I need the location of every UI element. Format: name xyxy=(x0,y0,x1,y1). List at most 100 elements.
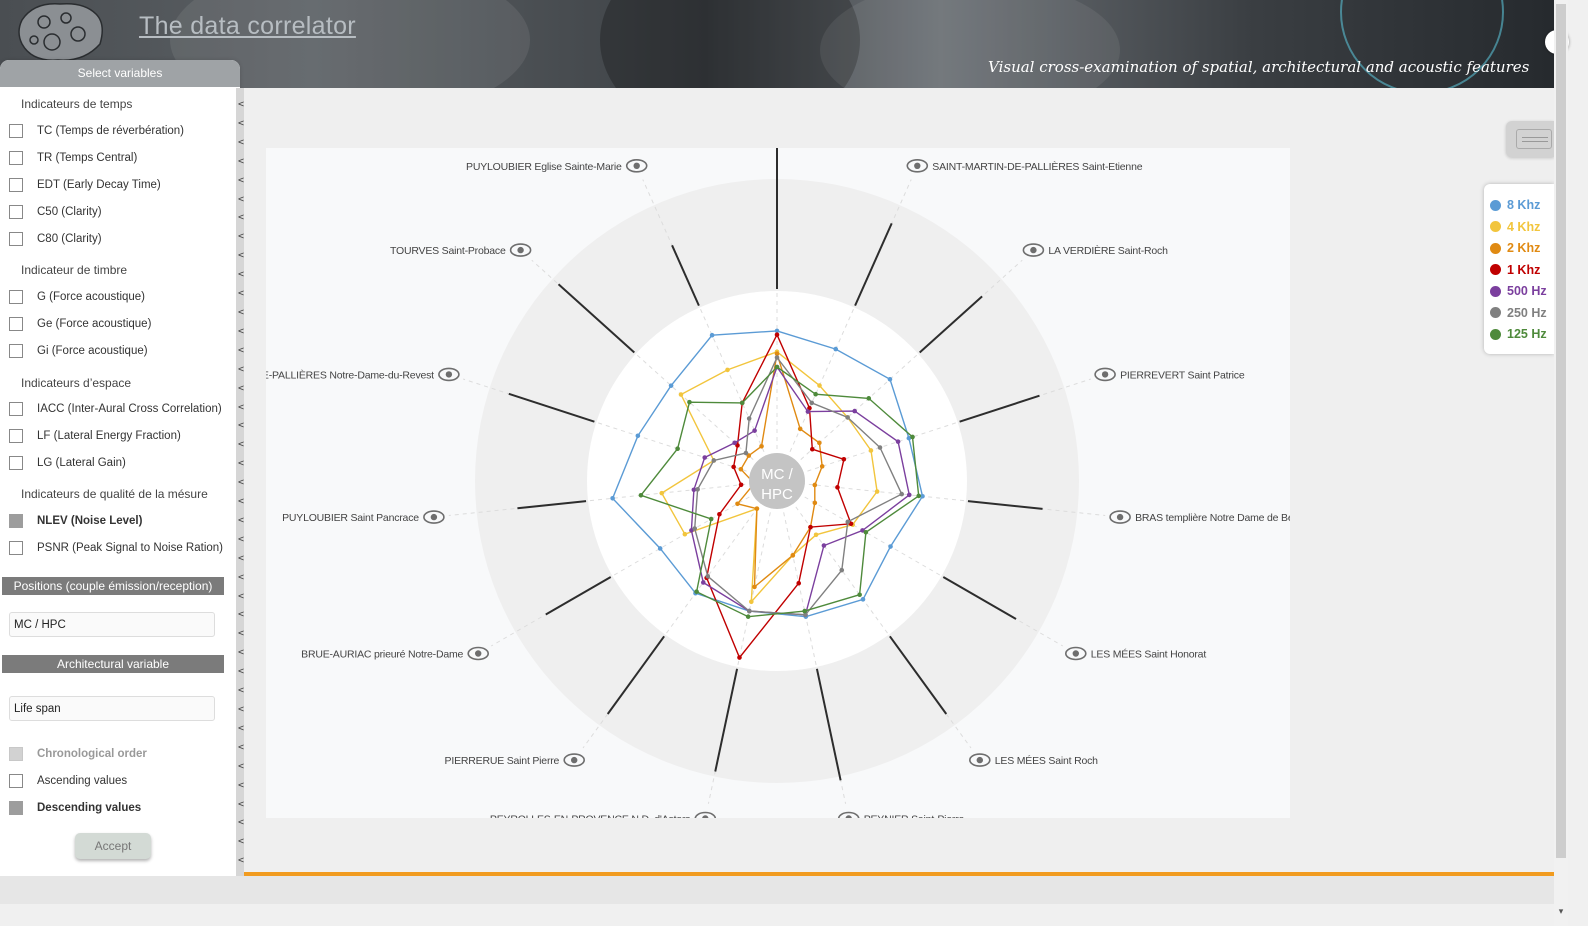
series-point xyxy=(852,408,857,414)
checkbox[interactable] xyxy=(9,205,23,219)
category-label: PIERRERUE Saint Pierre xyxy=(445,755,560,767)
checkbox-checked[interactable] xyxy=(9,514,23,528)
legend-item[interactable]: 4 Khz xyxy=(1490,218,1540,236)
category-label: LES MÉES Saint Honorat xyxy=(1091,648,1207,661)
legend-item[interactable]: 125 Hz xyxy=(1490,325,1547,343)
legend-item[interactable]: 8 Khz xyxy=(1490,196,1540,214)
option-ge[interactable]: Ge (Force acoustique) xyxy=(9,315,151,333)
option-tc[interactable]: TC (Temps de réverbération) xyxy=(9,122,184,140)
checkbox[interactable] xyxy=(9,232,23,246)
eye-icon[interactable] xyxy=(1094,367,1116,382)
eye-icon[interactable] xyxy=(1022,243,1045,257)
category-label: TOURVES Saint-Probace xyxy=(390,245,506,257)
series-point xyxy=(821,543,827,548)
series-point xyxy=(678,392,684,397)
series-point xyxy=(845,415,850,420)
eye-icon[interactable] xyxy=(423,510,445,524)
series-point xyxy=(857,592,862,598)
eye-icon[interactable] xyxy=(1064,646,1087,661)
series-point xyxy=(610,495,615,501)
checkbox[interactable] xyxy=(9,151,23,165)
positions-select[interactable]: MC / HPC xyxy=(9,612,215,637)
eye-icon[interactable] xyxy=(625,158,648,173)
series-point xyxy=(845,519,851,525)
series-point xyxy=(717,511,722,517)
option-lg[interactable]: LG (Lateral Gain) xyxy=(9,454,126,472)
option-tr[interactable]: TR (Temps Central) xyxy=(9,149,137,167)
option-edt[interactable]: EDT (Early Decay Time) xyxy=(9,176,161,194)
app-title[interactable]: The data correlator xyxy=(139,12,356,41)
legend-item[interactable]: 1 Khz xyxy=(1490,261,1540,279)
series-point xyxy=(802,608,807,614)
eye-icon[interactable] xyxy=(563,753,586,767)
category-label: TOURVES Notre Dame de la Salette xyxy=(695,148,860,149)
series-point xyxy=(863,530,869,535)
series-point xyxy=(774,364,780,370)
eye-icon[interactable] xyxy=(968,753,991,767)
option-nlev[interactable]: NLEV (Noise Level) xyxy=(9,512,142,530)
category-label: BRAS templière Notre Dame de Bé xyxy=(1135,512,1290,524)
legend-item[interactable]: 250 Hz xyxy=(1490,304,1547,322)
series-point xyxy=(708,516,714,522)
series-point xyxy=(809,446,815,452)
option-iacc[interactable]: IACC (Inter-Aural Cross Correlation) xyxy=(9,400,222,418)
scrollbar-thumb[interactable] xyxy=(1556,4,1566,858)
eye-icon[interactable] xyxy=(467,646,489,661)
option-c80[interactable]: C80 (Clarity) xyxy=(9,230,102,248)
option-label: IACC (Inter-Aural Cross Correlation) xyxy=(37,403,222,415)
architectural-select[interactable]: Life span xyxy=(9,696,215,721)
checkbox[interactable] xyxy=(9,317,23,331)
series-point xyxy=(675,446,680,452)
option-c50[interactable]: C50 (Clarity) xyxy=(9,203,102,221)
checkbox[interactable] xyxy=(9,402,23,416)
option-chronological[interactable]: Chronological order xyxy=(9,745,147,763)
checkbox[interactable] xyxy=(9,124,23,138)
accept-button[interactable]: Accept xyxy=(75,833,151,859)
series-point xyxy=(743,450,749,456)
eye-icon[interactable] xyxy=(438,367,460,382)
frequency-legend: 8 Khz 4 Khz 2 Khz 1 Khz 500 Hz 250 Hz 125 Hz xyxy=(1484,184,1554,354)
series-point xyxy=(774,332,780,337)
menu-button[interactable] xyxy=(1506,121,1554,157)
eye-icon[interactable] xyxy=(694,811,717,819)
option-g[interactable]: G (Force acoustique) xyxy=(9,288,145,306)
legend-dot-icon xyxy=(1490,285,1501,297)
option-descending[interactable]: Descending values xyxy=(9,799,141,817)
checkbox-disabled[interactable] xyxy=(9,747,23,761)
series-point xyxy=(700,580,706,585)
option-gi[interactable]: Gi (Force acoustique) xyxy=(9,342,148,360)
series-point xyxy=(809,400,815,406)
option-ascending[interactable]: Ascending values xyxy=(9,772,127,790)
series-point xyxy=(731,464,736,470)
legend-item[interactable]: 500 Hz xyxy=(1490,282,1547,300)
series-point xyxy=(725,367,730,373)
scroll-down-icon[interactable]: ▾ xyxy=(1556,906,1566,918)
eye-icon[interactable] xyxy=(1109,510,1131,524)
checkbox[interactable] xyxy=(9,456,23,470)
checkbox[interactable] xyxy=(9,429,23,443)
legend-label: 125 Hz xyxy=(1507,327,1547,341)
option-lf[interactable]: LF (Lateral Energy Fraction) xyxy=(9,427,181,445)
legend-item[interactable]: 2 Khz xyxy=(1490,239,1540,257)
series-point xyxy=(694,589,699,594)
checkbox-checked[interactable] xyxy=(9,801,23,815)
series-point xyxy=(860,597,866,602)
series-point xyxy=(739,400,745,406)
eye-icon[interactable] xyxy=(837,811,860,819)
series-point xyxy=(899,491,905,497)
series-point xyxy=(877,445,883,450)
checkbox[interactable] xyxy=(9,541,23,555)
sidebar-collapse-arrows[interactable]: < < < < < < < < < < < < < < < < < < < < < < < < < < < < < < < < < < < < < < < <… xyxy=(238,96,246,871)
checkbox[interactable] xyxy=(9,290,23,304)
option-label: C50 (Clarity) xyxy=(37,206,102,218)
checkbox[interactable] xyxy=(9,774,23,788)
group-label-espace: Indicateurs d’espace xyxy=(21,376,132,390)
series-point xyxy=(910,434,915,440)
group-label-temps: Indicateurs de temps xyxy=(21,97,133,111)
eye-icon[interactable] xyxy=(509,243,532,257)
series-point xyxy=(635,433,641,439)
eye-icon[interactable] xyxy=(906,158,929,173)
option-psnr[interactable]: PSNR (Peak Signal to Noise Ration) xyxy=(9,539,223,557)
checkbox[interactable] xyxy=(9,178,23,192)
checkbox[interactable] xyxy=(9,344,23,358)
